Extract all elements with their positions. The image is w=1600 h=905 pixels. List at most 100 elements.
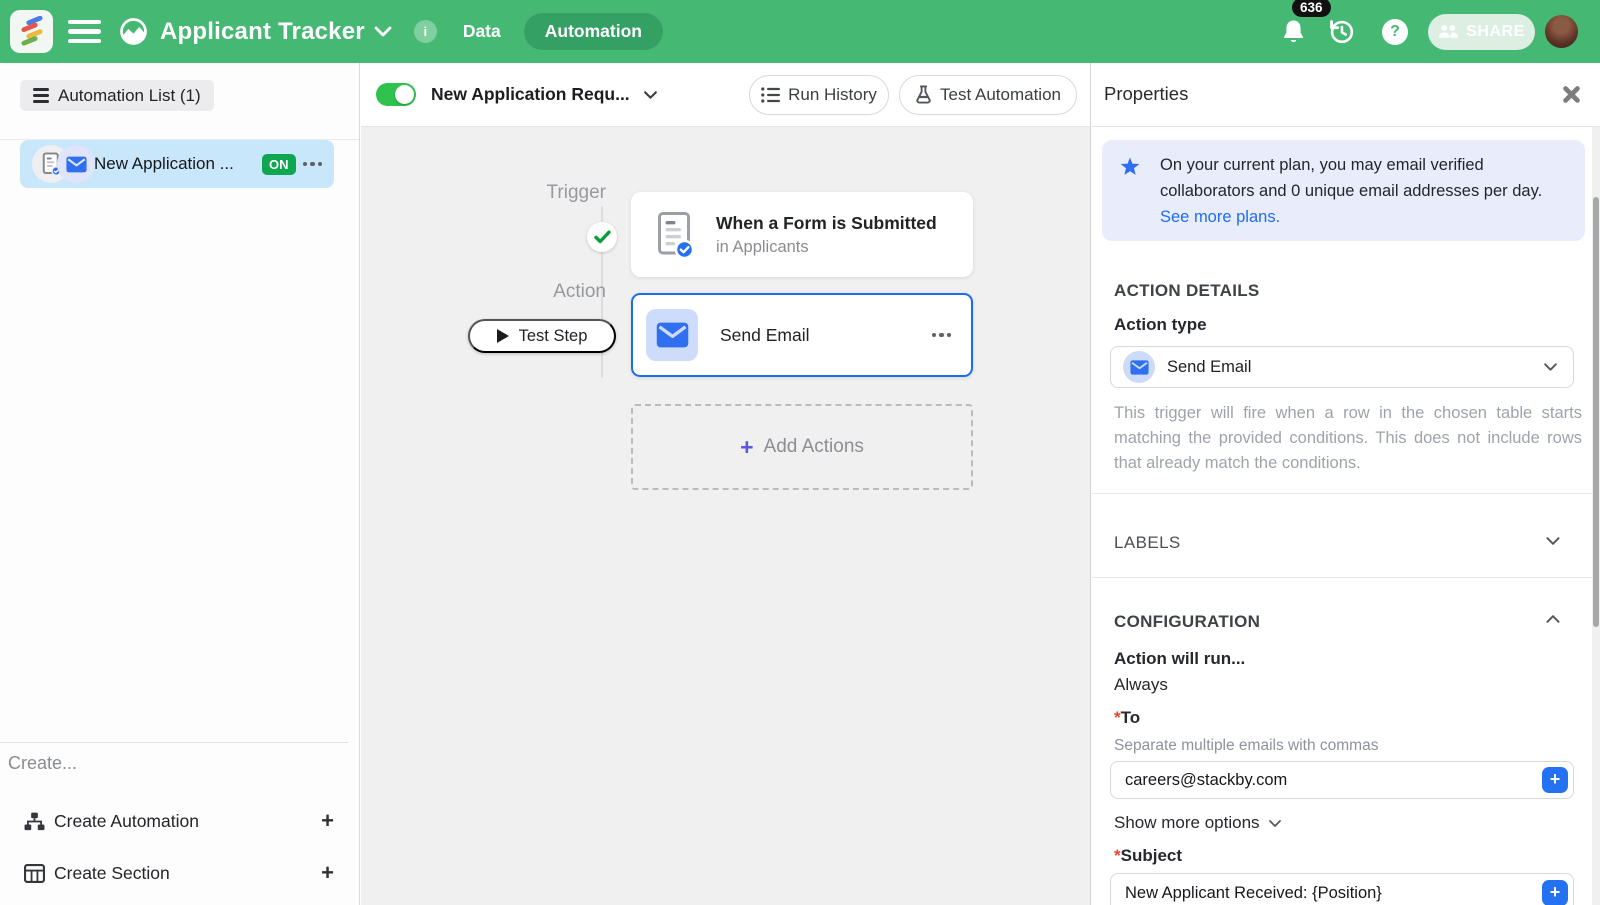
run-history-button[interactable]: Run History bbox=[749, 74, 889, 115]
list-icon bbox=[33, 88, 49, 103]
labels-chevron-down-icon[interactable] bbox=[1545, 536, 1561, 546]
trigger-card[interactable]: When a Form is Submitted in Applicants bbox=[631, 192, 973, 277]
action-type-label: Action type bbox=[1114, 315, 1207, 334]
history-button[interactable] bbox=[1328, 18, 1355, 45]
properties-panel: Properties On your current plan, you may… bbox=[1092, 63, 1600, 905]
add-recipient-button[interactable]: + bbox=[1542, 767, 1568, 793]
plus-icon[interactable]: + bbox=[321, 862, 334, 884]
info-icon[interactable]: i bbox=[413, 20, 437, 43]
trigger-section-label: Trigger bbox=[546, 182, 606, 203]
run-condition-label: Action will run... bbox=[1114, 649, 1246, 668]
card-more-icon[interactable] bbox=[931, 332, 951, 338]
create-title: Create... bbox=[8, 753, 78, 773]
test-step-button[interactable]: Test Step bbox=[468, 319, 616, 353]
create-automation-button[interactable]: Create Automation + bbox=[0, 805, 360, 837]
user-avatar[interactable] bbox=[1545, 15, 1578, 48]
send-email-icon bbox=[646, 309, 698, 361]
show-more-options[interactable]: Show more options bbox=[1114, 813, 1282, 833]
automation-list-header[interactable]: Automation List (1) bbox=[20, 80, 214, 111]
run-history-icon bbox=[761, 86, 781, 103]
create-section-label: Create Section bbox=[54, 862, 170, 883]
close-icon[interactable] bbox=[1562, 85, 1581, 104]
notification-count-badge: 636 bbox=[1292, 0, 1331, 17]
test-automation-button[interactable]: Test Automation bbox=[899, 74, 1077, 115]
labels-heading[interactable]: LABELS bbox=[1114, 533, 1181, 553]
section-divider bbox=[1092, 577, 1600, 578]
automation-item-label: New Application ... bbox=[94, 154, 234, 173]
create-section-button[interactable]: Create Section + bbox=[0, 857, 360, 889]
action-type-value: Send Email bbox=[1167, 357, 1252, 376]
send-email-action-card[interactable]: Send Email bbox=[631, 293, 973, 377]
menu-icon[interactable] bbox=[68, 19, 101, 44]
play-icon bbox=[496, 329, 509, 343]
header-actions: 636 ? SHARE bbox=[1281, 0, 1600, 50]
subject-field-label: *Subject bbox=[1114, 846, 1183, 865]
subject-input[interactable] bbox=[1110, 873, 1574, 905]
title-chevron-down-icon[interactable] bbox=[374, 26, 392, 37]
run-history-label: Run History bbox=[788, 84, 877, 104]
toolbar-buttons: Run History Test Automation bbox=[749, 74, 1077, 115]
automation-name[interactable]: New Application Requ... bbox=[431, 84, 630, 105]
trigger-card-title: When a Form is Submitted bbox=[716, 212, 937, 233]
to-field: + bbox=[1110, 761, 1574, 799]
add-actions-button[interactable]: + Add Actions bbox=[631, 404, 973, 490]
item-icons bbox=[20, 140, 95, 188]
app-title: Applicant Tracker bbox=[160, 17, 365, 45]
trigger-card-subtitle: in Applicants bbox=[716, 237, 809, 256]
add-subject-token-button[interactable]: + bbox=[1542, 880, 1568, 905]
select-chevron-down-icon bbox=[1543, 362, 1558, 372]
show-more-chevron-down-icon bbox=[1268, 819, 1281, 827]
panel-scrollbar[interactable] bbox=[1592, 127, 1600, 905]
add-actions-label: Add Actions bbox=[763, 436, 864, 457]
to-field-helper: Separate multiple emails with commas bbox=[1114, 737, 1379, 754]
automation-name-chevron-down-icon[interactable] bbox=[643, 90, 658, 100]
add-plus-icon: + bbox=[740, 434, 754, 460]
action-card-title: Send Email bbox=[720, 324, 810, 345]
plan-notice-text: On your current plan, you may email veri… bbox=[1160, 156, 1543, 226]
action-type-select[interactable]: Send Email bbox=[1110, 346, 1574, 388]
plan-notice: On your current plan, you may email veri… bbox=[1102, 140, 1585, 241]
plus-icon[interactable]: + bbox=[321, 810, 334, 832]
action-details-heading: ACTION DETAILS bbox=[1114, 281, 1260, 300]
run-condition-value[interactable]: Always bbox=[1114, 675, 1168, 695]
section-divider bbox=[1092, 493, 1600, 494]
notifications-button[interactable]: 636 bbox=[1281, 0, 1331, 45]
help-button[interactable]: ? bbox=[1382, 18, 1408, 45]
required-marker: * bbox=[1114, 846, 1121, 865]
question-icon: ? bbox=[1390, 22, 1400, 40]
star-icon bbox=[1120, 157, 1140, 181]
test-step-label: Test Step bbox=[518, 326, 588, 345]
automation-list-item[interactable]: New Application ... ON bbox=[20, 140, 334, 188]
people-icon bbox=[1439, 25, 1459, 38]
to-input[interactable] bbox=[1110, 761, 1574, 799]
see-more-plans-link[interactable]: See more plans. bbox=[1160, 208, 1280, 226]
top-header: Applicant Tracker i Data Automation 636 bbox=[0, 0, 1600, 63]
bell-icon bbox=[1283, 20, 1304, 42]
app-window: Applicant Tracker i Data Automation 636 bbox=[0, 0, 1600, 905]
create-automation-label: Create Automation bbox=[54, 810, 199, 831]
automation-canvas: New Application Requ... Run History Test… bbox=[361, 63, 1091, 905]
automation-enabled-toggle[interactable] bbox=[376, 83, 416, 106]
create-divider bbox=[0, 742, 348, 743]
form-submitted-icon bbox=[657, 211, 694, 259]
configuration-chevron-up-icon[interactable] bbox=[1545, 614, 1561, 624]
automation-sidebar: Automation List (1) New Application ... … bbox=[0, 63, 360, 905]
action-description: This trigger will fire when a row in the… bbox=[1114, 404, 1582, 472]
required-marker: * bbox=[1114, 708, 1121, 727]
email-icon bbox=[57, 145, 95, 183]
stackby-logo-icon[interactable] bbox=[10, 10, 53, 53]
item-more-icon[interactable] bbox=[302, 161, 322, 167]
properties-title: Properties bbox=[1104, 83, 1189, 104]
tab-automation[interactable]: Automation bbox=[523, 13, 663, 50]
scrollbar-thumb[interactable] bbox=[1593, 197, 1599, 627]
sitemap-icon bbox=[24, 812, 45, 831]
configuration-heading[interactable]: CONFIGURATION bbox=[1114, 612, 1260, 632]
status-badge[interactable]: ON bbox=[262, 153, 296, 175]
test-automation-label: Test Automation bbox=[940, 84, 1061, 104]
share-button[interactable]: SHARE bbox=[1428, 13, 1535, 50]
table-icon bbox=[24, 863, 45, 883]
properties-header: Properties bbox=[1092, 63, 1600, 127]
tab-data[interactable]: Data bbox=[463, 21, 501, 42]
workspace-icon[interactable] bbox=[118, 16, 149, 47]
flask-icon bbox=[916, 85, 931, 104]
